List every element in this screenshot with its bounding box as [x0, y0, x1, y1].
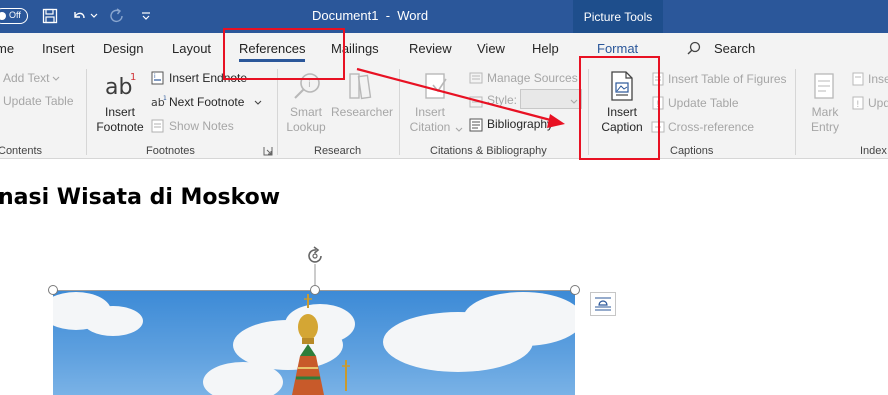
group-separator	[277, 69, 278, 155]
layout-options-button[interactable]	[590, 292, 616, 316]
smart-lookup-button[interactable]: Smart Lookup	[282, 105, 330, 135]
update-toc-button[interactable]: Update Table	[3, 94, 74, 108]
insert-footnote-button[interactable]: Insert Footnote	[95, 105, 145, 135]
smart-lookup-line1: Smart	[289, 105, 322, 119]
cross-reference-button[interactable]: Cross-reference	[668, 120, 754, 134]
mark-entry-icon	[812, 71, 838, 101]
save-icon[interactable]	[40, 6, 60, 26]
layout-options-icon	[594, 296, 612, 315]
undo-icon[interactable]	[70, 6, 88, 26]
insert-footnote-line1: Insert	[104, 105, 135, 119]
smart-lookup-line2: Lookup	[286, 120, 326, 134]
picture-cloud	[83, 306, 143, 336]
picture-cloud	[463, 292, 575, 346]
insert-index-button[interactable]: Inse	[868, 72, 888, 86]
picture-cloud	[203, 362, 283, 395]
update-index-icon: !	[851, 96, 865, 110]
index-group-label: Index	[860, 145, 887, 157]
tab-layout[interactable]: Layout	[172, 41, 211, 56]
search-box[interactable]: Search	[714, 41, 755, 56]
tab-format[interactable]: Format	[597, 41, 638, 56]
svg-text:!: !	[856, 100, 860, 110]
svg-text:1: 1	[130, 72, 136, 83]
customize-toolbar-icon[interactable]	[139, 6, 153, 26]
insert-table-of-figures-button[interactable]: Insert Table of Figures	[668, 72, 787, 86]
insert-index-icon	[851, 72, 865, 86]
mark-entry-line1: Mark	[811, 105, 839, 119]
resize-handle-top-left[interactable]	[48, 285, 58, 295]
group-separator	[86, 69, 87, 155]
tab-help[interactable]: Help	[532, 41, 559, 56]
highlight-box-references-tab	[223, 28, 345, 80]
footnotes-dialog-launcher-icon[interactable]	[263, 145, 273, 156]
autosave-label: Off	[9, 10, 21, 20]
next-footnote-icon: ab 1	[151, 95, 167, 109]
tab-view[interactable]: View	[477, 41, 505, 56]
tab-home[interactable]: me	[0, 41, 14, 56]
small-cross	[342, 360, 350, 391]
update-table-button[interactable]: Update Table	[668, 96, 739, 110]
picture-tools-context-tab: Picture Tools	[573, 0, 663, 33]
selected-picture[interactable]	[53, 290, 575, 395]
svg-text:ab: ab	[105, 75, 132, 100]
picture-tools-label: Picture Tools	[583, 9, 653, 24]
contents-group-label: Contents	[0, 145, 43, 157]
cathedral-dome	[292, 294, 324, 395]
insert-footnote-icon: ab 1	[104, 70, 138, 102]
toggle-knob	[0, 12, 6, 20]
redo-icon[interactable]	[106, 6, 128, 26]
captions-group-label: Captions	[670, 145, 714, 157]
document-heading[interactable]: nasi Wisata di Moskow	[0, 185, 280, 210]
next-footnote-dropdown-icon[interactable]	[254, 96, 268, 110]
title-bar: Off Document1 - Word Picture Tools	[0, 0, 888, 33]
resize-handle-top[interactable]	[310, 285, 320, 295]
highlight-box-insert-caption	[579, 56, 660, 160]
research-group-label: Research	[314, 145, 362, 157]
show-notes-icon	[151, 119, 165, 133]
citations-group-label: Citations & Bibliography	[430, 145, 547, 157]
group-separator	[795, 69, 796, 155]
search-icon[interactable]	[687, 41, 701, 58]
autosave-toggle[interactable]: Off	[0, 8, 28, 24]
insert-endnote-icon: i	[151, 71, 165, 85]
insert-footnote-line2: Footnote	[96, 120, 144, 134]
tab-design[interactable]: Design	[103, 41, 143, 56]
update-index-button[interactable]: Upd	[868, 96, 888, 110]
add-text-button[interactable]: Add Text	[3, 71, 49, 85]
resize-handle-top-right[interactable]	[570, 285, 580, 295]
add-text-dropdown-icon[interactable]	[52, 72, 66, 86]
tab-review[interactable]: Review	[409, 41, 452, 56]
undo-dropdown-icon[interactable]	[89, 6, 99, 26]
mark-entry-button[interactable]: Mark Entry	[804, 105, 846, 135]
annotation-arrow	[356, 67, 565, 128]
next-footnote-button[interactable]: Next Footnote	[169, 95, 244, 109]
rotate-handle-icon[interactable]	[304, 245, 328, 270]
footnotes-group-label: Footnotes	[146, 145, 195, 157]
svg-text:1: 1	[163, 95, 167, 102]
document-title: Document1 - Word	[312, 8, 429, 23]
show-notes-button[interactable]: Show Notes	[169, 119, 234, 133]
mark-entry-line2: Entry	[810, 120, 839, 134]
svg-text:i: i	[308, 79, 311, 90]
tab-insert[interactable]: Insert	[42, 41, 75, 56]
